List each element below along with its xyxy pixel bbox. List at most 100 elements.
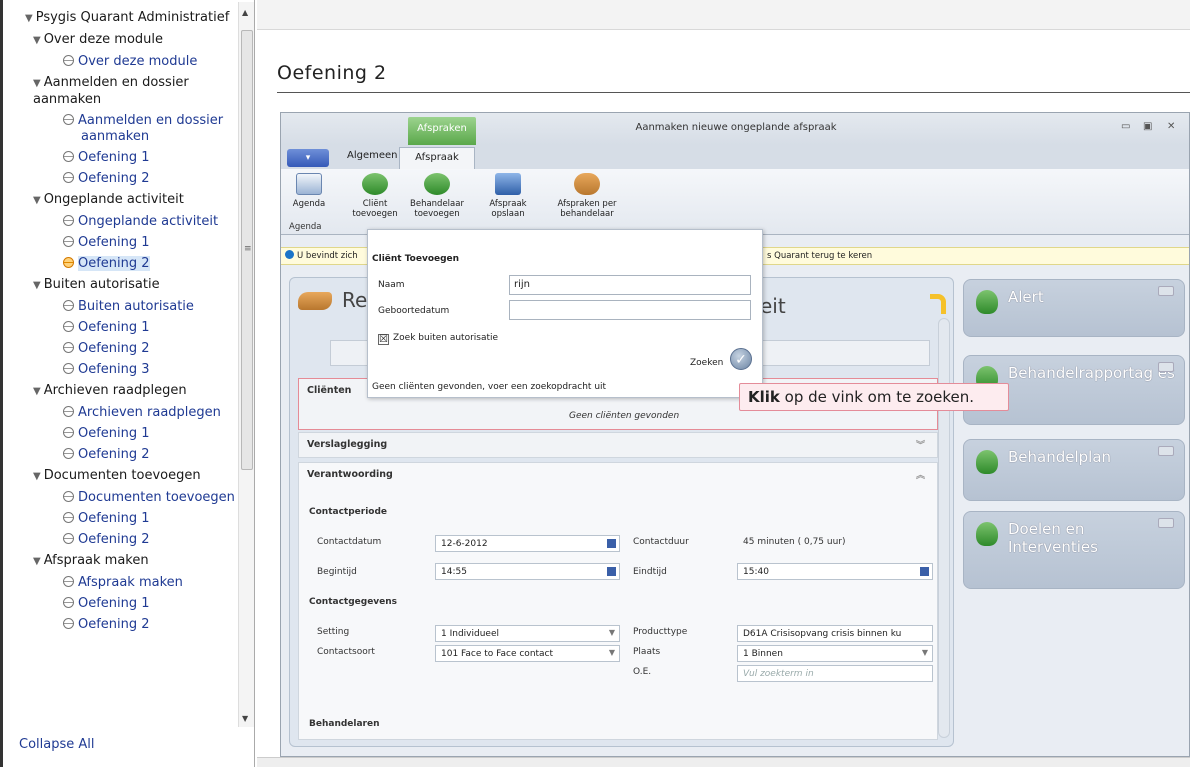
geboortedatum-input[interactable] [509, 300, 751, 320]
contactsoort-select[interactable]: 101 Face to Face contact ▼ [435, 645, 620, 662]
contactdatum-field[interactable]: 12-6-2012 [435, 535, 620, 552]
context-tab-afspraken[interactable]: Afspraken [408, 117, 476, 145]
plaats-select[interactable]: 1 Binnen ▼ [737, 645, 933, 662]
zoek-buiten-autorisatie-checkbox[interactable]: ☒ Zoek buiten autorisatie [378, 333, 498, 345]
checkbox-checked-icon[interactable]: ☒ [378, 334, 389, 345]
tree-leaf-item[interactable]: Documenten toevoegen [25, 490, 235, 506]
tree-folder-item[interactable]: ▼ Over deze module [25, 32, 235, 49]
tree-leaf-item[interactable]: Archieven raadplegen [25, 405, 235, 421]
behandelaar-toevoegen-button[interactable]: Behandelaar toevoegen [407, 173, 467, 219]
verslaglegging-section[interactable]: Verslaglegging ︾ [298, 432, 938, 458]
tile-toggle-icon[interactable] [1158, 446, 1174, 456]
app-menu-button[interactable]: ▾ [287, 149, 329, 167]
tree-item-label: Over deze module [78, 54, 198, 69]
contactsoort-label: Contactsoort [317, 647, 375, 657]
ribbon-toolbar: Agenda Cliënt toevoegen Behandelaar toev… [281, 169, 1189, 235]
calendar-icon[interactable] [607, 539, 616, 548]
perbeh-label-2: behandelaar [560, 209, 614, 219]
tree-leaf-item[interactable]: Oefening 3 [25, 362, 235, 378]
tree-leaf-item[interactable]: Oefening 1 [25, 596, 235, 612]
tree-leaf-item[interactable]: Over deze module [25, 54, 235, 70]
expand-arrow-icon[interactable]: ▼ [33, 386, 41, 397]
setting-select[interactable]: 1 Individueel ▼ [435, 625, 620, 642]
tile-doelen-interventies[interactable]: Doelen en Interventies [963, 511, 1185, 589]
tab-algemeen[interactable]: Algemeen [347, 150, 398, 161]
tile-toggle-icon[interactable] [1158, 362, 1174, 372]
opslaan-label-1: Afspraak [489, 199, 527, 209]
tree-folder-item[interactable]: ▼ Documenten toevoegen [25, 468, 235, 485]
tree-leaf-item[interactable]: Afspraak maken [25, 575, 235, 591]
agenda-button[interactable]: Agenda [289, 173, 329, 209]
client-toevoegen-button[interactable]: Cliënt toevoegen [349, 173, 401, 219]
page-bullet-icon [63, 172, 74, 183]
window-titlebar: Aanmaken nieuwe ongeplande afspraak Afsp… [281, 113, 1189, 145]
naam-input[interactable]: rijn [509, 275, 751, 295]
expand-chevron-icon[interactable]: ︾ [916, 438, 925, 451]
collapse-chevron-icon[interactable]: ︽ [916, 468, 925, 481]
tile-alert[interactable]: Alert [963, 279, 1185, 337]
tree-leaf-item[interactable]: Oefening 2 [25, 617, 235, 633]
dropdown-arrow-icon[interactable]: ▼ [922, 648, 928, 657]
tree-folder-item[interactable]: ▼ Afspraak maken [25, 553, 235, 570]
zoeken-checkmark-button[interactable]: ✓ [730, 348, 752, 370]
tree-leaf-item[interactable]: Oefening 1 [25, 235, 235, 251]
dropdown-arrow-icon[interactable]: ▼ [609, 628, 615, 637]
scroll-down-icon[interactable]: ▼ [242, 714, 248, 723]
minimize-icon[interactable]: ▭ [1121, 121, 1130, 132]
clock-icon[interactable] [920, 567, 929, 576]
collapse-all-link[interactable]: Collapse All [19, 737, 95, 752]
tile-toggle-icon[interactable] [1158, 518, 1174, 528]
tree-leaf-item[interactable]: Oefening 1 [25, 150, 235, 166]
tree-folder-item[interactable]: ▼ Buiten autorisatie [25, 277, 235, 294]
tab-afspraak[interactable]: Afspraak [399, 147, 475, 169]
tile-behandelplan[interactable]: Behandelplan [963, 439, 1185, 501]
tree-leaf-item[interactable]: Oefening 1 [25, 320, 235, 336]
expand-arrow-icon[interactable]: ▼ [33, 556, 41, 567]
panel-scrollbar[interactable] [938, 318, 950, 738]
collapse-corner-icon[interactable] [930, 294, 946, 314]
expand-arrow-icon[interactable]: ▼ [33, 471, 41, 482]
tree-folder-item[interactable]: ▼ Archieven raadplegen [25, 383, 235, 400]
tree-leaf-item[interactable]: Aanmelden en dossier aanmaken [25, 113, 235, 145]
tree-leaf-item[interactable]: Oefening 2 [25, 256, 235, 272]
close-icon[interactable]: ✕ [1167, 121, 1175, 132]
tree-folder-item[interactable]: ▼ Ongeplande activiteit [25, 192, 235, 209]
afspraken-per-behandelaar-button[interactable]: Afspraken per behandelaar [549, 173, 625, 219]
tile-behandelrapportages-label: Behandelrapportag es [1008, 364, 1175, 382]
title-divider [277, 92, 1190, 93]
tree-folder-item[interactable]: ▼ Aanmelden en dossier aanmaken [25, 75, 235, 108]
tree-leaf-item[interactable]: Ongeplande activiteit [25, 214, 235, 230]
scroll-up-icon[interactable]: ▲ [242, 8, 248, 17]
tile-toggle-icon[interactable] [1158, 286, 1174, 296]
tree-leaf-item[interactable]: Oefening 1 [25, 426, 235, 442]
verantwoording-header: Verantwoording [307, 469, 393, 480]
tooltip-text: op de vink om te zoeken. [779, 388, 975, 406]
client-label-2: toevoegen [352, 209, 398, 219]
producttype-value: D61A Crisisopvang crisis binnen ku [743, 629, 902, 639]
tree-leaf-item[interactable]: Oefening 1 [25, 511, 235, 527]
clock-icon[interactable] [607, 567, 616, 576]
tree-leaf-item[interactable]: Oefening 2 [25, 341, 235, 357]
expand-arrow-icon[interactable]: ▼ [33, 78, 41, 89]
begintijd-field[interactable]: 14:55 [435, 563, 620, 580]
oe-search-field[interactable]: Vul zoekterm in [737, 665, 933, 682]
person-icon [976, 290, 998, 314]
page-bullet-icon [63, 215, 74, 226]
tree-leaf-item[interactable]: Oefening 2 [25, 171, 235, 187]
producttype-field[interactable]: D61A Crisisopvang crisis binnen ku [737, 625, 933, 642]
tree-leaf-item[interactable]: Oefening 2 [25, 532, 235, 548]
tree-leaf-item[interactable]: Buiten autorisatie [25, 299, 235, 315]
sidebar-scrollbar[interactable]: ▲ ≡ ▼ [238, 2, 254, 727]
tree-leaf-item[interactable]: Oefening 2 [25, 447, 235, 463]
expand-arrow-icon[interactable]: ▼ [25, 13, 33, 24]
page-bullet-icon [63, 576, 74, 587]
afspraak-opslaan-button[interactable]: Afspraak opslaan [483, 173, 533, 219]
expand-arrow-icon[interactable]: ▼ [33, 280, 41, 291]
eindtijd-field[interactable]: 15:40 [737, 563, 933, 580]
expand-arrow-icon[interactable]: ▼ [33, 35, 41, 46]
expand-arrow-icon[interactable]: ▼ [33, 195, 41, 206]
tree-folder-item[interactable]: ▼ Psygis Quarant Administratief [25, 10, 235, 27]
dropdown-arrow-icon[interactable]: ▼ [609, 648, 615, 657]
tree-item-label: Afspraak maken [78, 575, 183, 590]
maximize-icon[interactable]: ▣ [1143, 121, 1152, 132]
